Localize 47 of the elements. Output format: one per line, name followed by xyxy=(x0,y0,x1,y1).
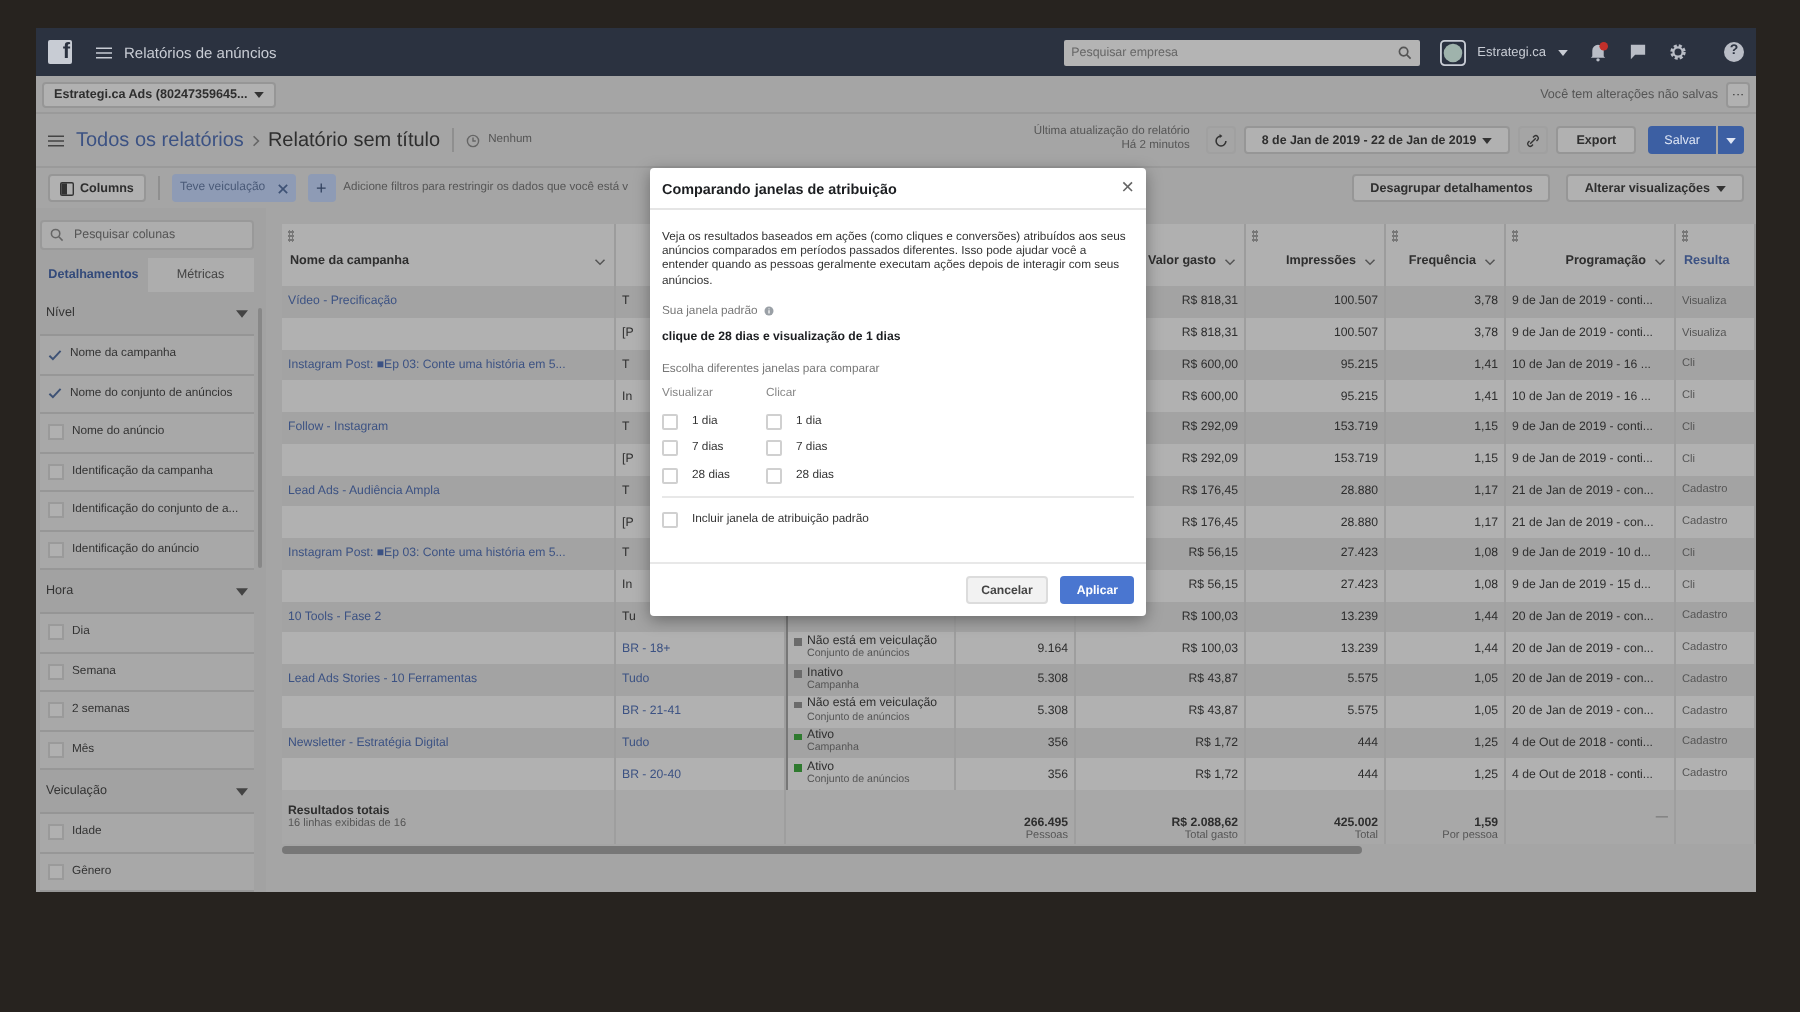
chevron-icon[interactable] xyxy=(1484,257,1496,265)
chevron-icon[interactable] xyxy=(1224,257,1236,265)
checkbox[interactable] xyxy=(662,511,678,528)
info-icon[interactable] xyxy=(763,306,774,317)
drag-handle-icon[interactable] xyxy=(1512,230,1518,242)
link-button[interactable] xyxy=(1518,126,1549,154)
columns-icon xyxy=(60,181,74,195)
checkbox[interactable] xyxy=(662,413,678,430)
drag-handle-icon[interactable] xyxy=(1392,230,1398,242)
logo[interactable]: f xyxy=(48,40,72,64)
checkbox[interactable] xyxy=(662,440,678,457)
refresh-button[interactable] xyxy=(1205,126,1236,154)
caret-icon[interactable] xyxy=(236,787,248,795)
breadcrumb-link[interactable]: Todos os relatórios xyxy=(76,129,244,151)
checkbox[interactable] xyxy=(662,467,678,484)
caret-icon[interactable] xyxy=(236,587,248,595)
caret-icon[interactable] xyxy=(1558,49,1568,55)
add-filter-button[interactable]: + xyxy=(307,174,336,202)
report-title: Relatório sem título xyxy=(267,129,441,151)
chevron-icon[interactable] xyxy=(1654,257,1666,265)
settings-icon[interactable] xyxy=(1668,42,1688,62)
search-icon xyxy=(50,228,64,242)
chevron-icon[interactable] xyxy=(1364,257,1376,265)
search-icon[interactable] xyxy=(1397,45,1412,59)
caret-icon[interactable] xyxy=(236,309,248,317)
clock-icon[interactable] xyxy=(466,133,481,147)
caret-icon xyxy=(1726,137,1736,143)
chevron-icon xyxy=(251,133,260,147)
close-button[interactable]: × xyxy=(1121,178,1134,198)
checkbox[interactable] xyxy=(766,467,782,484)
drag-handle-icon[interactable] xyxy=(288,230,294,242)
link-icon xyxy=(1526,133,1541,147)
scrollbar[interactable] xyxy=(282,846,1362,854)
drag-handle-icon[interactable] xyxy=(1682,230,1688,242)
caret-icon[interactable] xyxy=(253,91,264,97)
bell-icon[interactable] xyxy=(1588,42,1608,62)
save-menu-button[interactable] xyxy=(1718,126,1744,154)
drag-handle-icon[interactable] xyxy=(1252,230,1258,242)
avatar[interactable] xyxy=(1439,39,1466,65)
close-icon[interactable] xyxy=(277,183,288,193)
checkbox[interactable] xyxy=(766,440,782,457)
checkbox[interactable] xyxy=(766,413,782,430)
menu-icon[interactable] xyxy=(48,133,64,147)
chevron-icon[interactable] xyxy=(594,257,606,265)
caret-icon xyxy=(1716,185,1726,191)
caret-icon xyxy=(1482,137,1493,143)
refresh-icon xyxy=(1213,133,1228,147)
